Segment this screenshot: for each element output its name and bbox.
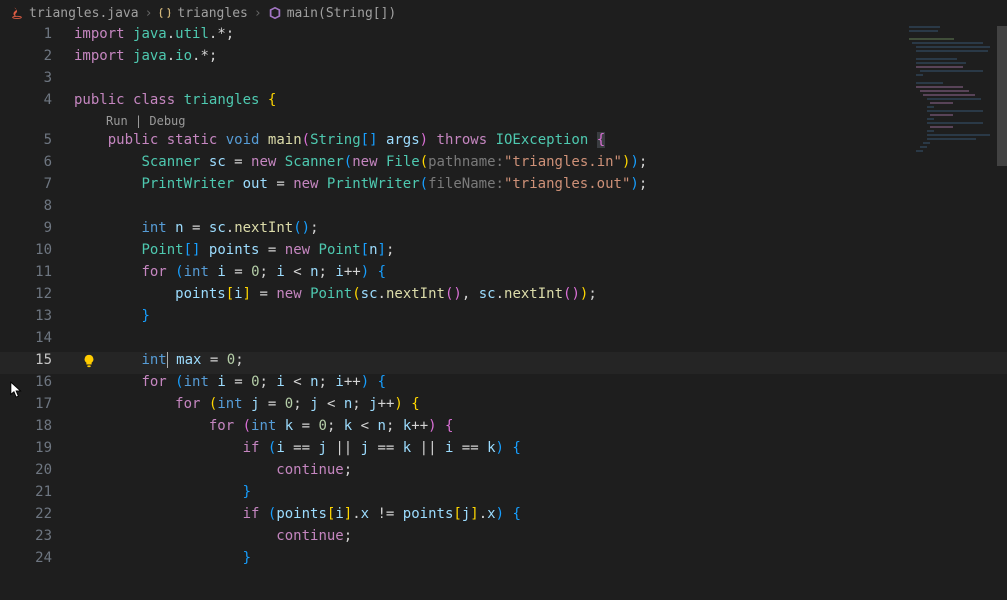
- code-line[interactable]: [74, 330, 1007, 352]
- code-area[interactable]: 1import java.util.*; 2import java.io.*; …: [0, 26, 1007, 600]
- code-line[interactable]: for (int k = 0; k < n; k++) {: [74, 418, 1007, 440]
- lightbulb-icon[interactable]: [82, 354, 96, 372]
- breadcrumb-class[interactable]: triangles: [158, 6, 247, 21]
- line-number[interactable]: 8: [0, 198, 74, 220]
- line-number[interactable]: 6: [0, 154, 74, 176]
- code-line[interactable]: }: [74, 484, 1007, 506]
- code-line[interactable]: }: [74, 550, 1007, 572]
- breadcrumb-file[interactable]: triangles.java: [10, 6, 139, 21]
- code-line[interactable]: Point[] points = new Point[n];: [74, 242, 1007, 264]
- java-file-icon: [10, 6, 24, 20]
- code-line[interactable]: continue;: [74, 462, 1007, 484]
- line-number[interactable]: 12: [0, 286, 74, 308]
- code-line[interactable]: points[i] = new Point(sc.nextInt(), sc.n…: [74, 286, 1007, 308]
- line-number[interactable]: 9: [0, 220, 74, 242]
- line-number[interactable]: 20: [0, 462, 74, 484]
- code-line[interactable]: public static void main(String[] args) t…: [74, 132, 1007, 154]
- breadcrumb[interactable]: triangles.java › triangles › main(String…: [0, 0, 1007, 26]
- breadcrumb-method[interactable]: main(String[]): [268, 6, 397, 21]
- chevron-right-icon: ›: [145, 6, 153, 21]
- code-line[interactable]: int n = sc.nextInt();: [74, 220, 1007, 242]
- code-line[interactable]: int max = 0;: [74, 352, 1007, 374]
- line-number[interactable]: 21: [0, 484, 74, 506]
- line-number[interactable]: 22: [0, 506, 74, 528]
- code-line[interactable]: PrintWriter out = new PrintWriter(fileNa…: [74, 176, 1007, 198]
- line-number[interactable]: 16: [0, 374, 74, 396]
- code-line[interactable]: if (i == j || j == k || i == k) {: [74, 440, 1007, 462]
- breadcrumb-class-label: triangles: [177, 6, 247, 21]
- line-number[interactable]: 11: [0, 264, 74, 286]
- code-line[interactable]: if (points[i].x != points[j].x) {: [74, 506, 1007, 528]
- line-number[interactable]: 7: [0, 176, 74, 198]
- line-number[interactable]: 4: [0, 92, 74, 114]
- code-line[interactable]: import java.io.*;: [74, 48, 1007, 70]
- line-number[interactable]: 23: [0, 528, 74, 550]
- scrollbar-thumb[interactable]: [997, 26, 1007, 166]
- line-number[interactable]: 13: [0, 308, 74, 330]
- line-number[interactable]: 15: [0, 352, 74, 374]
- code-line[interactable]: for (int i = 0; i < n; i++) {: [74, 264, 1007, 286]
- codelens-run[interactable]: Run: [106, 114, 128, 128]
- code-line[interactable]: continue;: [74, 528, 1007, 550]
- code-line[interactable]: [74, 198, 1007, 220]
- method-icon: [268, 6, 282, 20]
- code-line[interactable]: Scanner sc = new Scanner(new File(pathna…: [74, 154, 1007, 176]
- code-line[interactable]: [74, 70, 1007, 92]
- editor[interactable]: 1import java.util.*; 2import java.io.*; …: [0, 26, 1007, 600]
- line-number[interactable]: 24: [0, 550, 74, 572]
- line-number[interactable]: 14: [0, 330, 74, 352]
- code-line[interactable]: public class triangles {: [74, 92, 1007, 114]
- line-number[interactable]: 3: [0, 70, 74, 92]
- line-number[interactable]: 5: [0, 132, 74, 154]
- code-line[interactable]: import java.util.*;: [74, 26, 1007, 48]
- codelens[interactable]: Run | Debug: [74, 114, 186, 132]
- line-number[interactable]: 1: [0, 26, 74, 48]
- code-line[interactable]: }: [74, 308, 1007, 330]
- line-number[interactable]: 2: [0, 48, 74, 70]
- chevron-right-icon: ›: [254, 6, 262, 21]
- line-number[interactable]: 17: [0, 396, 74, 418]
- code-line[interactable]: for (int j = 0; j < n; j++) {: [74, 396, 1007, 418]
- code-line[interactable]: for (int i = 0; i < n; i++) {: [74, 374, 1007, 396]
- class-icon: [158, 6, 172, 20]
- line-number[interactable]: 19: [0, 440, 74, 462]
- breadcrumb-file-label: triangles.java: [29, 6, 139, 21]
- line-number[interactable]: 10: [0, 242, 74, 264]
- line-number[interactable]: 18: [0, 418, 74, 440]
- breadcrumb-method-label: main(String[]): [287, 6, 397, 21]
- codelens-debug[interactable]: Debug: [149, 114, 185, 128]
- vertical-scrollbar[interactable]: [997, 26, 1007, 600]
